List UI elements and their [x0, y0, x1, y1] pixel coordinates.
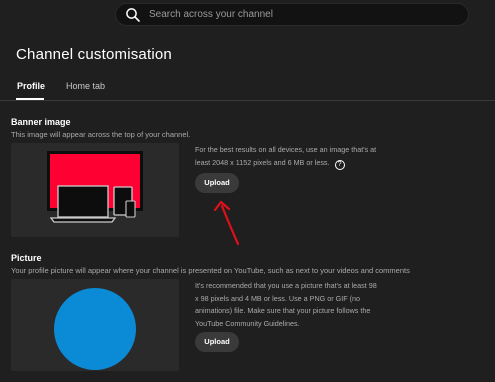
search-placeholder[interactable]: Search across your channel: [149, 9, 273, 20]
banner-description: This image will appear across the top of…: [11, 130, 191, 139]
banner-preview: [11, 143, 179, 237]
tab-bar: Profile Home tab: [0, 74, 495, 101]
help-icon[interactable]: ?: [334, 159, 345, 170]
picture-hint-line-1: It's recommended that you use a picture …: [195, 281, 377, 290]
banner-hint-line-1: For the best results on all devices, use…: [195, 145, 377, 154]
red-arrow-annotation: [213, 200, 240, 246]
banner-upload-button[interactable]: Upload: [195, 173, 239, 193]
picture-hint: It's recommended that you use a picture …: [195, 280, 425, 330]
active-tab-indicator: [16, 98, 44, 100]
search-icon: [126, 8, 140, 22]
banner-devices-illustration: [47, 151, 143, 223]
picture-hint-line-3: animations) file. Make sure that your pi…: [195, 306, 371, 315]
page-title: Channel customisation: [16, 46, 172, 63]
banner-hint-line-2: least 2048 x 1152 pixels and 6 MB or les…: [195, 157, 425, 170]
tab-profile[interactable]: Profile: [17, 81, 45, 91]
picture-upload-button[interactable]: Upload: [195, 332, 239, 352]
banner-hint: For the best results on all devices, use…: [195, 144, 425, 170]
picture-title: Picture: [11, 253, 42, 263]
tab-home[interactable]: Home tab: [66, 81, 105, 91]
banner-title: Banner image: [11, 117, 71, 127]
picture-hint-line-2: x 98 pixels and 4 MB or less. Use a PNG …: [195, 293, 360, 303]
picture-preview: [11, 279, 179, 371]
search-box[interactable]: Search across your channel: [115, 3, 469, 26]
picture-description: Your profile picture will appear where y…: [11, 266, 410, 275]
avatar-placeholder: [54, 288, 136, 370]
top-bar: Search across your channel: [0, 0, 495, 30]
picture-hint-line-4[interactable]: YouTube Community Guidelines.: [195, 318, 425, 331]
